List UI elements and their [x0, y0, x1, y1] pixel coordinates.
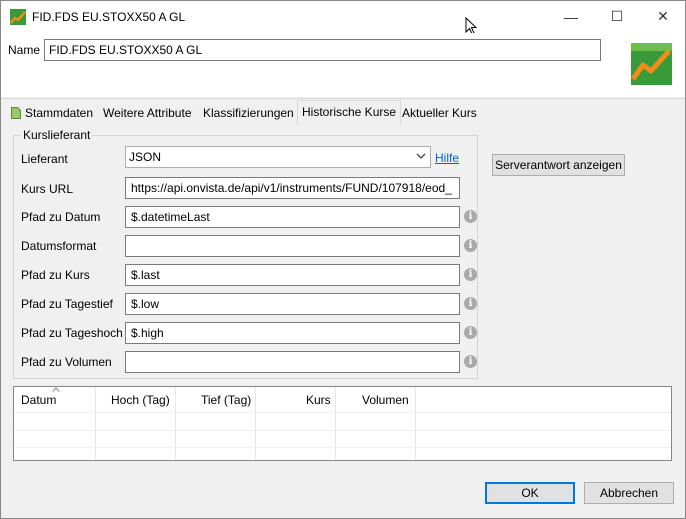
row-divider — [14, 447, 671, 448]
volume-path-input[interactable] — [125, 351, 460, 373]
date-path-input[interactable]: $.datetimeLast — [125, 206, 460, 228]
help-link[interactable]: Hilfe — [435, 151, 459, 165]
minimize-button[interactable]: — — [548, 1, 594, 32]
field-label: Pfad zu Datum — [21, 210, 101, 224]
low-path-input[interactable]: $.low — [125, 293, 460, 315]
info-icon[interactable]: i — [464, 326, 477, 339]
column-header-high[interactable]: Hoch (Tag) — [111, 393, 170, 411]
url-input[interactable]: https://api.onvista.de/api/v1/instrument… — [125, 177, 460, 199]
security-logo-icon — [629, 41, 674, 87]
row-divider — [14, 430, 671, 431]
dialog-window: FID.FDS EU.STOXX50 A GL — ☐ ✕ Name FID.F… — [0, 0, 686, 519]
page-icon — [11, 107, 21, 119]
title-bar[interactable]: FID.FDS EU.STOXX50 A GL — ☐ ✕ — [1, 1, 686, 35]
ok-button[interactable]: OK — [485, 482, 575, 504]
column-divider — [335, 387, 336, 460]
column-divider — [95, 387, 96, 460]
info-icon[interactable]: i — [464, 297, 477, 310]
tab-weitere-attribute[interactable]: Weitere Attribute — [99, 102, 196, 126]
price-path-input[interactable]: $.last — [125, 264, 460, 286]
price-table[interactable]: Datum Hoch (Tag) Tief (Tag) Kurs Volumen — [13, 386, 672, 461]
tab-klassifizierungen[interactable]: Klassifizierungen — [199, 102, 298, 126]
column-header-volume[interactable]: Volumen — [362, 393, 409, 411]
app-chart-icon — [10, 9, 26, 25]
close-button[interactable]: ✕ — [640, 1, 686, 32]
info-icon[interactable]: i — [464, 268, 477, 281]
provider-label: Lieferant — [21, 152, 68, 166]
tab-label: Klassifizierungen — [203, 106, 294, 120]
tab-label: Weitere Attribute — [103, 106, 192, 120]
maximize-button[interactable]: ☐ — [594, 1, 640, 32]
high-path-input[interactable]: $.high — [125, 322, 460, 344]
chevron-down-icon — [416, 153, 426, 159]
row-divider — [14, 412, 671, 413]
column-divider — [255, 387, 256, 460]
provider-value: JSON — [129, 150, 162, 164]
cancel-button[interactable]: Abbrechen — [584, 482, 674, 504]
name-input[interactable]: FID.FDS EU.STOXX50 A GL — [44, 39, 601, 61]
field-label: Pfad zu Tageshoch — [21, 326, 123, 340]
column-divider — [175, 387, 176, 460]
dialog-footer: OK Abbrechen — [1, 472, 685, 518]
column-header-date[interactable]: Datum — [21, 393, 56, 411]
info-icon[interactable]: i — [464, 210, 477, 223]
tab-label: Stammdaten — [25, 106, 94, 120]
field-label: Pfad zu Volumen — [21, 355, 112, 369]
column-header-price[interactable]: Kurs — [306, 393, 331, 411]
column-header-low[interactable]: Tief (Tag) — [201, 393, 251, 411]
name-label: Name — [8, 43, 41, 57]
column-divider — [415, 387, 416, 460]
field-label: Pfad zu Tagestief — [21, 297, 113, 311]
tab-label: Historische Kurse — [302, 105, 397, 119]
provider-select[interactable]: JSON — [125, 146, 431, 168]
tab-bar: Stammdaten Weitere Attribute Klassifizie… — [1, 98, 685, 126]
tab-content: Kurslieferant Lieferant JSON Hilfe Kurs … — [1, 125, 685, 472]
tab-aktueller-kurs[interactable]: Aktueller Kurs — [398, 102, 481, 126]
field-label: Pfad zu Kurs — [21, 268, 90, 282]
info-icon[interactable]: i — [464, 355, 477, 368]
show-server-response-button[interactable]: Serverantwort anzeigen — [492, 154, 625, 176]
group-title: Kurslieferant — [21, 128, 93, 142]
tab-label: Aktueller Kurs — [402, 106, 477, 120]
field-label: Kurs URL — [21, 182, 74, 196]
field-label: Datumsformat — [21, 239, 97, 253]
tab-historische-kurse[interactable]: Historische Kurse — [297, 100, 402, 126]
sort-ascending-icon — [52, 387, 60, 392]
tab-stammdaten[interactable]: Stammdaten — [7, 102, 97, 126]
window-title: FID.FDS EU.STOXX50 A GL — [32, 10, 186, 24]
provider-group: Kurslieferant Lieferant JSON Hilfe Kurs … — [13, 128, 478, 379]
name-section: Name FID.FDS EU.STOXX50 A GL — [1, 33, 685, 97]
info-icon[interactable]: i — [464, 239, 477, 252]
date-format-input[interactable] — [125, 235, 460, 257]
